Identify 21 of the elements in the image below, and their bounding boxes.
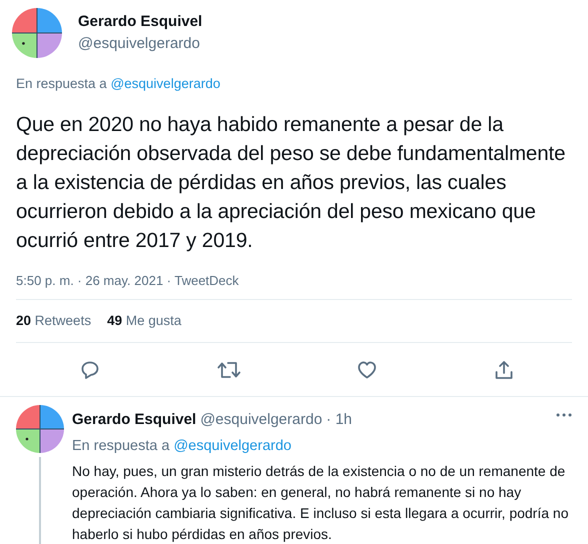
reply-icon[interactable]: [80, 360, 100, 380]
author-name[interactable]: Gerardo Esquivel: [72, 411, 196, 428]
heart-icon[interactable]: [357, 360, 378, 380]
stat-link[interactable]: 49 Me gusta: [107, 310, 182, 331]
reply-label: En respuesta a: [16, 76, 107, 91]
stat-link[interactable]: 20 Retweets: [16, 310, 92, 331]
avatar-icon[interactable]: [16, 405, 64, 453]
tweet-text: No hay, pues, un gran misterio detrás de la existencia o no de un remanente de operación. Ahora ya lo saben: en general, no habrá remanente si no hay depreciación cambiaria significativa. E incluso si esta llegara a ocurrir, podría no haberlo si hubo pérdidas en años previos.: [72, 462, 570, 544]
mention-link[interactable]: @esquivelgerardo: [110, 76, 220, 91]
author-handle[interactable]: @esquivelgerardo: [78, 33, 202, 56]
tweet-text: Que en 2020 no haya habido remanente a pesar de la depreciación observada del peso se debe fundamentalmente a la existencia de pérdidas en años previos, las cuales ocurrieron debido a la apreciación del peso mexicano que ocurrió entre 2017 y 2019.: [16, 112, 566, 254]
avatar-icon[interactable]: [12, 8, 62, 58]
author-name[interactable]: Gerardo Esquivel: [78, 10, 202, 33]
mention-link[interactable]: @esquivelgerardo: [174, 438, 292, 454]
reply-label: En respuesta a: [72, 438, 170, 454]
share-icon[interactable]: [494, 360, 514, 380]
tweet-time[interactable]: · 1h: [326, 411, 352, 428]
author-handle[interactable]: @esquivelgerardo: [200, 411, 322, 428]
more-icon[interactable]: [556, 413, 572, 417]
retweet-icon[interactable]: [216, 360, 241, 380]
timestamp[interactable]: 5:50 p. m. · 26 may. 2021 · TweetDeck: [16, 273, 239, 288]
